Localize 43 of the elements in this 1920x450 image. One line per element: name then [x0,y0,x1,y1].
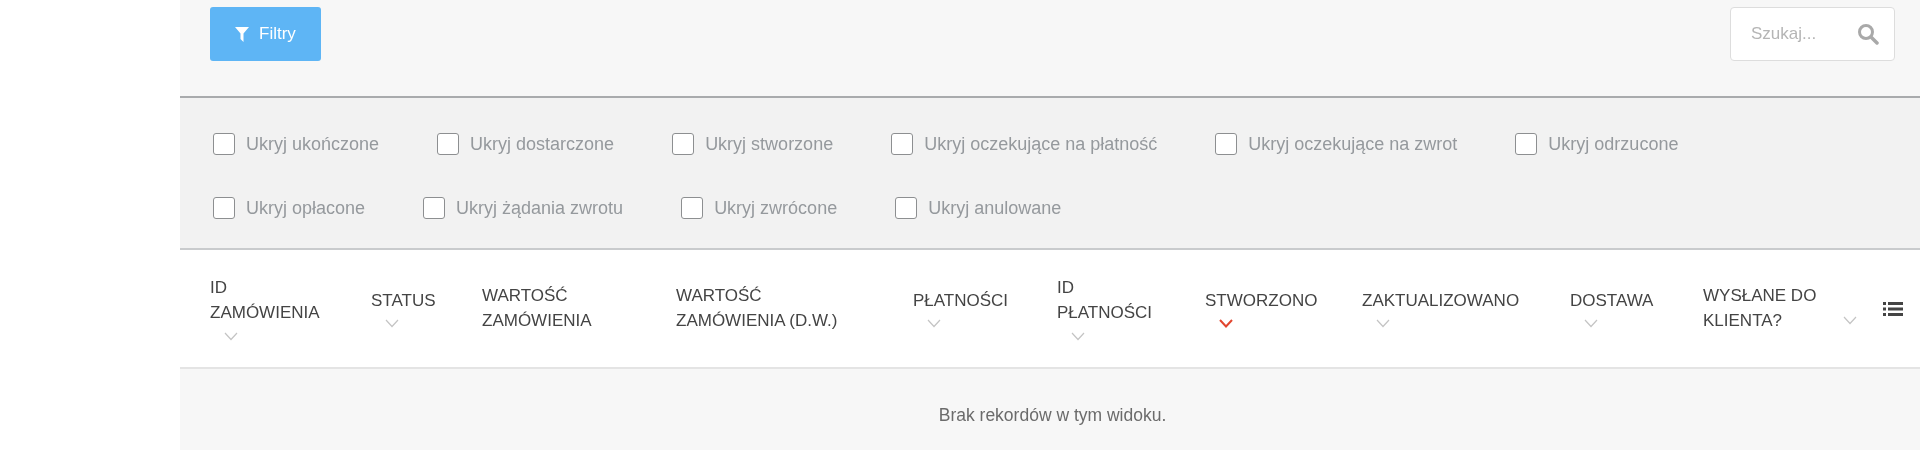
checkbox[interactable] [423,197,446,219]
checkbox[interactable] [891,133,914,155]
empty-message: Brak rekordów w tym widoku. [938,405,1167,426]
search-field[interactable]: Szukaj... [1730,7,1895,61]
column-header[interactable]: ID PŁATNOŚCI [1057,276,1165,326]
chevron-down-icon[interactable] [1584,319,1598,329]
checkbox[interactable] [681,197,704,219]
checkbox-label: Ukryj oczekujące na płatność [924,133,1158,155]
column-header[interactable]: ID ZAMÓWIENIA [210,276,340,326]
list-icon[interactable] [1883,300,1903,317]
checkbox[interactable] [437,133,460,155]
checkbox-label: Ukryj zwrócone [714,197,838,219]
column-header[interactable]: ZAKTUALIZOWANO [1362,288,1520,314]
column-header[interactable]: WARTOŚĆ ZAMÓWIENIA [482,283,622,334]
checkbox-label: Ukryj oczekujące na zwrot [1248,133,1458,155]
column-header[interactable]: STATUS [371,288,436,314]
chevron-down-icon[interactable] [927,319,941,329]
checkbox[interactable] [895,197,918,219]
chevron-down-icon[interactable] [1376,319,1390,329]
checkbox-label: Ukryj anulowane [928,197,1062,219]
chevron-down-icon[interactable] [385,319,399,329]
column-header[interactable]: STWORZONO [1205,288,1318,314]
checkbox[interactable] [213,133,235,155]
chevron-down-icon[interactable] [224,331,238,341]
checkbox-label: Ukryj odrzucone [1548,133,1679,155]
column-header[interactable]: PŁATNOŚCI [913,288,1009,314]
checkbox[interactable] [1515,133,1538,155]
chevron-down-icon[interactable] [1843,316,1857,326]
checkbox[interactable] [672,133,695,155]
column-header[interactable]: WARTOŚĆ ZAMÓWIENIA (D.W.) [676,283,858,334]
checkbox-label: Ukryj żądania zwrotu [456,197,624,219]
checkbox-label: Ukryj opłacone [246,197,366,219]
search-icon[interactable] [1857,23,1879,45]
checkbox[interactable] [213,197,235,219]
chevron-down-icon[interactable] [1219,319,1233,329]
checkbox[interactable] [1215,133,1238,155]
column-header[interactable]: WYSŁANE DO KLIENTA? [1703,283,1831,334]
checkbox-label: Ukryj ukończone [246,133,380,155]
chevron-down-icon[interactable] [1071,331,1085,341]
checkbox-label: Ukryj dostarczone [470,133,615,155]
checkbox-label: Ukryj stworzone [705,133,834,155]
column-header[interactable]: DOSTAWA [1570,288,1654,314]
funnel-icon [235,26,249,42]
